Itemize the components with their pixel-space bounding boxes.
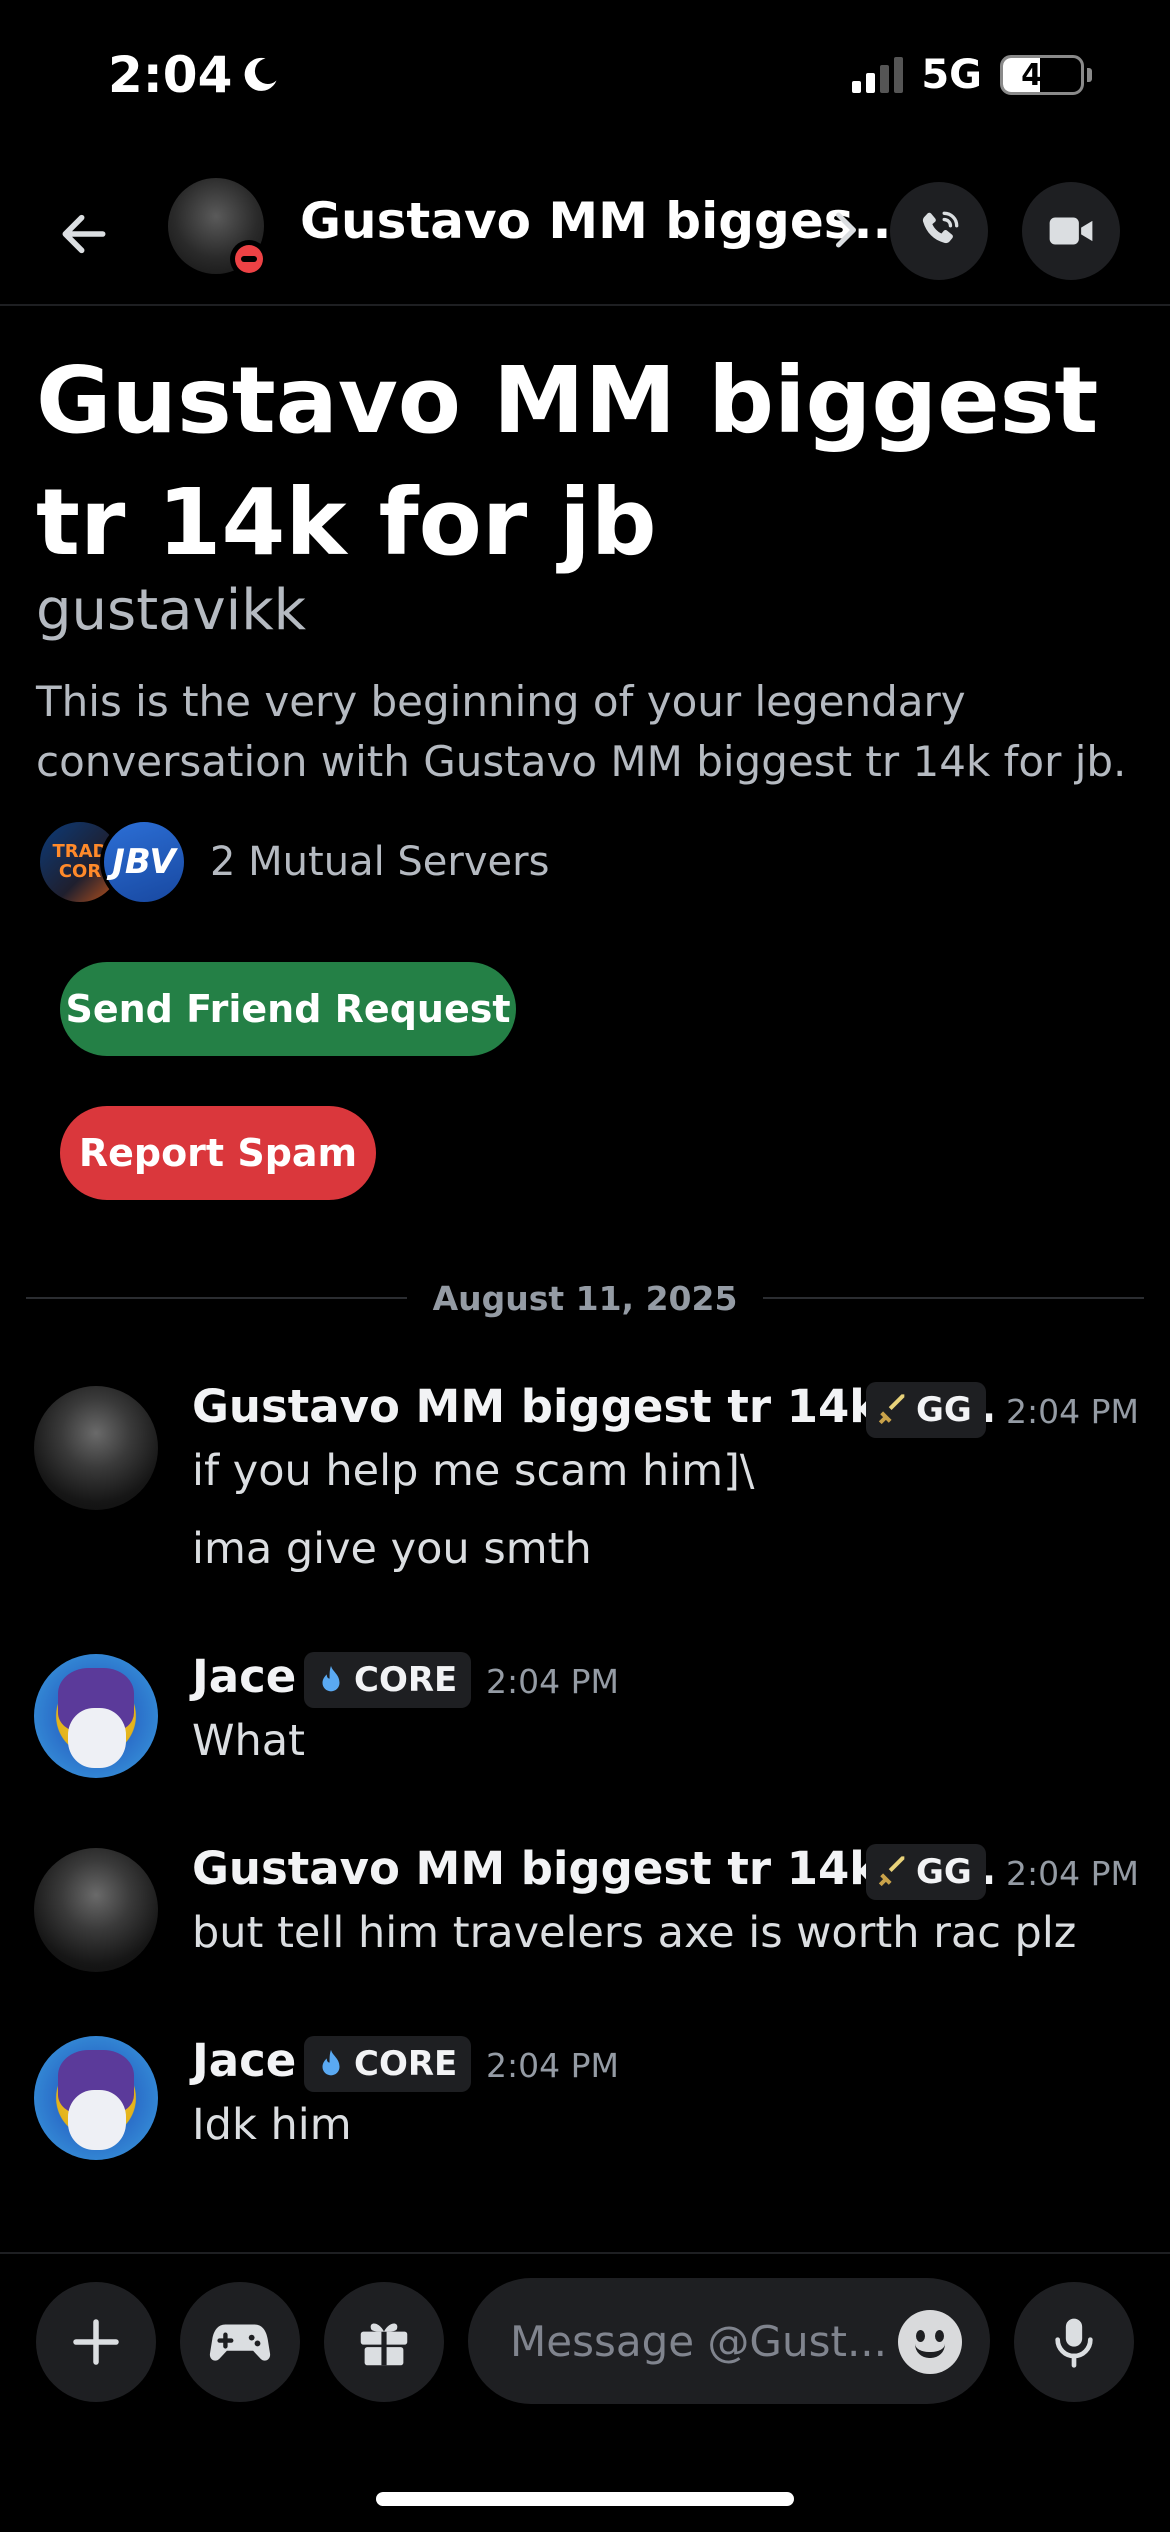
server-icon-jbv: JBV <box>100 818 188 906</box>
sword-icon <box>878 1856 905 1887</box>
flame-icon <box>322 2049 340 2076</box>
flame-icon <box>322 1665 340 1692</box>
sword-icon <box>878 1394 905 1425</box>
avatar[interactable] <box>34 2036 158 2160</box>
composer-divider <box>0 2252 1170 2254</box>
home-indicator[interactable] <box>376 2492 794 2506</box>
guild-tag[interactable]: GG <box>866 1382 986 1438</box>
gift-button[interactable] <box>324 2282 444 2402</box>
gamepad-icon <box>209 2324 271 2361</box>
add-attachment-button[interactable] <box>36 2282 156 2402</box>
message-input[interactable] <box>510 2316 890 2366</box>
chevron-right-icon[interactable] <box>826 200 866 260</box>
message-timestamp: 2:04 PM <box>486 1662 619 1701</box>
message-text: What <box>192 1716 305 1766</box>
mutual-servers-label: 2 Mutual Servers <box>210 839 550 885</box>
message-timestamp: 2:04 PM <box>1006 1854 1139 1893</box>
avatar[interactable] <box>34 1654 158 1778</box>
message-text: Idk him <box>192 2100 352 2150</box>
guild-tag-label: CORE <box>354 2044 458 2084</box>
chat-header: Gustavo MM bigges... <box>0 170 1170 306</box>
status-time: 2:04 <box>108 46 282 104</box>
guild-tag-label: CORE <box>354 1660 458 1700</box>
date-divider: August 11, 2025 <box>26 1270 1145 1326</box>
guild-tag-label: GG <box>916 1390 972 1430</box>
battery-label: 47 <box>1021 57 1063 93</box>
header-avatar[interactable] <box>168 178 268 278</box>
voice-call-button[interactable] <box>890 182 988 280</box>
report-spam-button[interactable]: Report Spam <box>60 1106 376 1200</box>
guild-tag[interactable]: CORE <box>304 2036 472 2092</box>
microphone-icon <box>1055 2318 1093 2368</box>
signal-icon <box>852 57 904 93</box>
message-author[interactable]: Jace <box>192 2034 296 2087</box>
guild-tag-label: GG <box>916 1852 972 1892</box>
arrow-left-icon <box>62 214 106 254</box>
date-label: August 11, 2025 <box>432 1278 738 1318</box>
message-text: if you help me scam him]\ <box>192 1446 755 1496</box>
message-input-box[interactable] <box>468 2278 990 2404</box>
video-camera-icon <box>1049 217 1093 245</box>
emoji-icon[interactable] <box>898 2310 962 2374</box>
video-call-button[interactable] <box>1022 182 1120 280</box>
send-friend-request-button[interactable]: Send Friend Request <box>60 962 516 1056</box>
profile-username: gustavikk <box>36 578 307 643</box>
conversation-intro: This is the very beginning of your legen… <box>36 677 1127 786</box>
profile-display-name: Gustavo MM biggest tr 14k for jb <box>36 347 1099 576</box>
network-label: 5G <box>921 52 982 98</box>
activities-button[interactable] <box>180 2282 300 2402</box>
message-text: but tell him travelers axe is worth rac … <box>192 1908 1077 1958</box>
avatar[interactable] <box>34 1386 158 1510</box>
dnd-status-icon <box>230 240 268 278</box>
message-timestamp: 2:04 PM <box>486 2046 619 2085</box>
mutual-servers[interactable]: TRAD COR JBV 2 Mutual Servers <box>36 818 549 906</box>
guild-tag[interactable]: CORE <box>304 1652 472 1708</box>
clock-text: 2:04 <box>108 46 233 104</box>
avatar[interactable] <box>34 1848 158 1972</box>
guild-tag[interactable]: GG <box>866 1844 986 1900</box>
status-indicators: 5G 47 <box>852 52 1092 98</box>
message-author[interactable]: Jace <box>192 1650 296 1703</box>
back-button[interactable] <box>48 198 120 270</box>
plus-icon <box>73 2319 119 2365</box>
moon-icon <box>245 57 277 91</box>
phone-icon <box>922 211 959 244</box>
voice-message-button[interactable] <box>1014 2282 1134 2402</box>
status-bar: 2:04 5G 47 <box>0 0 1170 150</box>
message-text: ima give you smth <box>192 1524 592 1574</box>
header-title[interactable]: Gustavo MM bigges... <box>300 192 910 250</box>
battery-icon: 47 <box>1000 55 1084 95</box>
message-timestamp: 2:04 PM <box>1006 1392 1139 1431</box>
gift-icon <box>360 2323 408 2366</box>
